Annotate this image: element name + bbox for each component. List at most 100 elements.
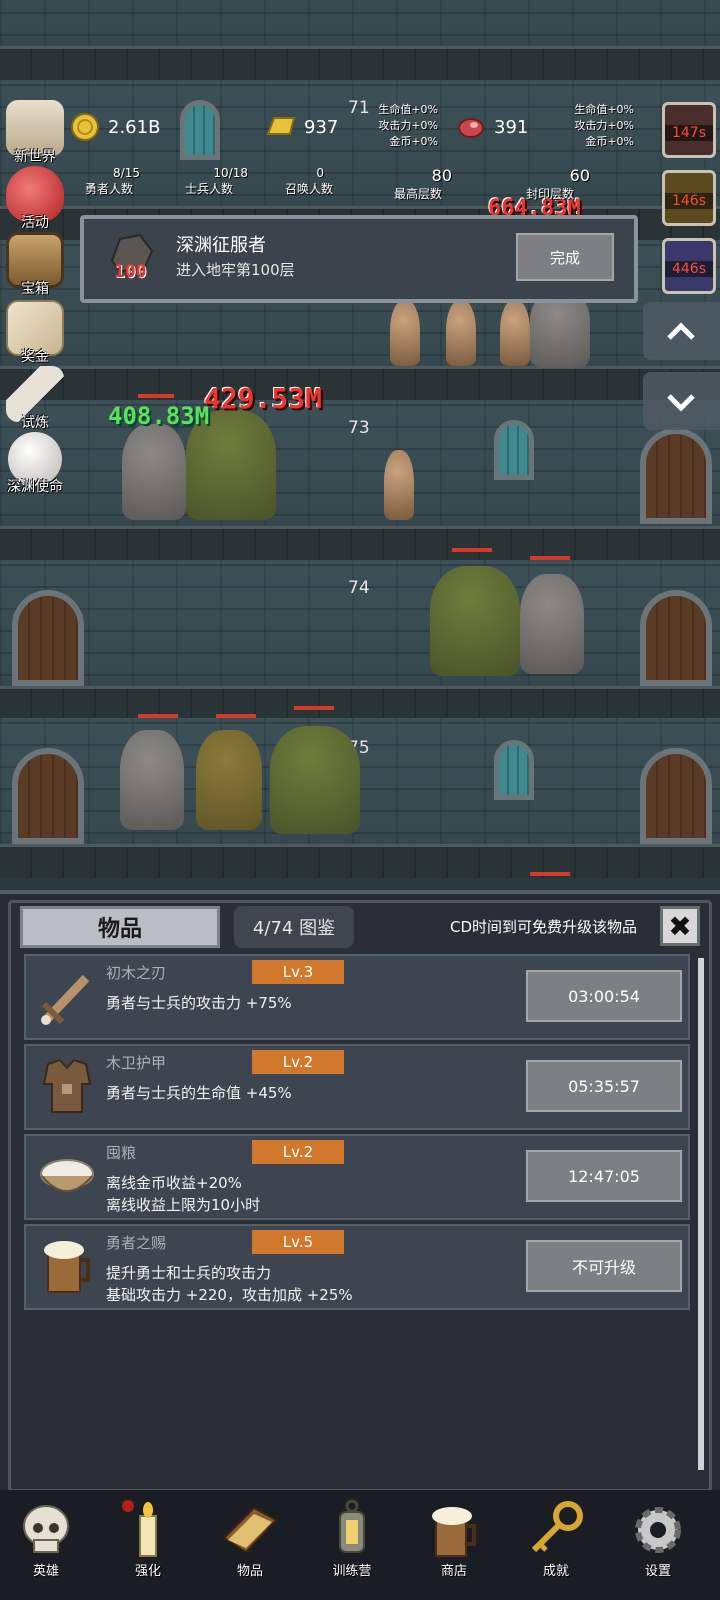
menu-abyss-mission[interactable]: 深渊使命 (0, 432, 70, 496)
menu-events[interactable]: 活动 (0, 166, 70, 232)
floor-number: 74 (348, 578, 370, 598)
item-name: 囤粮 (106, 1144, 137, 1162)
bonus-attack: 攻击力+0% (574, 119, 634, 132)
soldier-count: 10/18 士兵人数 (164, 166, 254, 197)
item-row[interactable]: 勇者之赐 Lv.5 提升勇士和士兵的攻击力 基础攻击力 +220，攻击加成 +2… (24, 1224, 690, 1310)
tab-items[interactable]: 物品 (20, 906, 220, 948)
skull-icon (23, 1505, 69, 1553)
nav-label: 商店 (440, 1564, 467, 1579)
nav-label: 英雄 (32, 1564, 59, 1579)
item-level-badge: Lv.3 (252, 960, 344, 984)
nav-shop[interactable]: 商店 (414, 1490, 494, 1579)
achievement-desc: 进入地牢第100层 (176, 261, 295, 279)
heal-number: 408.83M (108, 402, 210, 430)
seal-floor-value: 60 (569, 166, 590, 185)
gold-value: 2.61B (108, 116, 161, 138)
dungeon-door (12, 590, 84, 686)
dungeon-window (180, 100, 220, 160)
nav-label: 训练营 (332, 1564, 372, 1579)
item-level-badge: Lv.2 (252, 1050, 344, 1074)
gold-bar-value: 937 (304, 116, 339, 138)
gold-bar-counter: 937 (264, 112, 338, 142)
enemy-knight (122, 424, 186, 520)
enemy-knight (520, 574, 584, 674)
close-button[interactable]: ✖ (660, 906, 700, 946)
item-upgrade-timer-button[interactable]: 03:00:54 (526, 970, 682, 1022)
summon-count-label: 召唤人数 (284, 182, 333, 196)
enemy-hp-bar (294, 706, 334, 710)
hero-count: 8/15 勇者人数 (64, 166, 154, 197)
book-icon (222, 1506, 278, 1554)
nav-label: 强化 (134, 1564, 161, 1579)
nav-label: 成就 (542, 1564, 569, 1579)
item-name: 勇者之赐 (106, 1234, 167, 1252)
buff-timer-value: 147s (665, 125, 713, 141)
nav-settings[interactable]: 设置 (618, 1490, 698, 1579)
achievement-complete-button[interactable]: 完成 (516, 233, 614, 281)
nav-heroes[interactable]: 英雄 (6, 1490, 86, 1579)
meat-value: 391 (494, 116, 529, 138)
summon-count: 0 召唤人数 (264, 166, 354, 197)
buff-timer-1[interactable]: 147s (662, 102, 716, 158)
item-row[interactable]: 木卫护甲 Lv.2 勇者与士兵的生命值 +45% 05:35:57 (24, 1044, 690, 1130)
achievement-badge: 100 (114, 261, 147, 282)
soldier-count-value: 10/18 (213, 166, 248, 180)
enemy-hp-bar (216, 714, 256, 718)
enemy-hp-bar (530, 556, 570, 560)
hero-count-label: 勇者人数 (84, 182, 133, 196)
beer-mug-icon (432, 1507, 476, 1557)
bottom-nav: 英雄 强化 物品 训练营 商店 成就 设置 (0, 1490, 720, 1600)
buff-timer-value: 446s (665, 261, 713, 277)
seal-floor: 60 封印层数 (510, 166, 590, 202)
gear-icon (635, 1507, 681, 1553)
menu-new-world[interactable]: 新世界 (0, 100, 70, 166)
nav-items[interactable]: 物品 (210, 1490, 290, 1579)
item-description: 勇者与士兵的攻击力 +75% (106, 994, 292, 1012)
nav-training[interactable]: 训练营 (312, 1490, 392, 1579)
meat-counter: 391 (456, 112, 528, 142)
item-description: 离线金币收益+20% (106, 1174, 242, 1192)
nav-enhance[interactable]: 强化 (108, 1490, 188, 1579)
nav-label: 物品 (236, 1564, 263, 1579)
lantern-icon (339, 1499, 365, 1553)
max-floor-label: 最高层数 (393, 187, 442, 201)
floor-up-button[interactable] (643, 302, 720, 360)
floor-down-button[interactable] (643, 372, 720, 430)
items-scrollbar[interactable] (698, 958, 704, 1470)
damage-number: 429.53M (204, 382, 323, 415)
bonus-panel-b: 生命值+0% 攻击力+0% 金币+0% (566, 102, 634, 150)
hero-unit (446, 300, 476, 366)
item-upgrade-timer-button[interactable]: 05:35:57 (526, 1060, 682, 1112)
item-upgrade-timer-button[interactable]: 12:47:05 (526, 1150, 682, 1202)
enemy-orc (430, 566, 520, 676)
menu-chest[interactable]: 宝箱 (0, 232, 70, 298)
hero-unit (390, 300, 420, 366)
nav-achievements[interactable]: 成就 (516, 1490, 596, 1579)
dungeon-door (640, 590, 712, 686)
buff-timer-2[interactable]: 146s (662, 170, 716, 226)
codex-count-button[interactable]: 4/74 图鉴 (234, 906, 354, 948)
item-description: 提升勇士和士兵的攻击力 (106, 1264, 272, 1282)
item-row[interactable]: 初木之刃 Lv.3 勇者与士兵的攻击力 +75% 03:00:54 (24, 954, 690, 1040)
item-upgrade-disabled-button[interactable]: 不可升级 (526, 1240, 682, 1292)
menu-label: 宝箱 (21, 281, 49, 297)
bonus-gold: 金币+0% (585, 135, 634, 148)
item-row[interactable]: 囤粮 Lv.2 离线金币收益+20% 离线收益上限为10小时 12:47:05 (24, 1134, 690, 1220)
rice-bowl-icon (40, 1159, 94, 1192)
menu-trial[interactable]: 试炼 (0, 366, 70, 432)
hero-unit (384, 450, 414, 520)
item-level-badge: Lv.2 (252, 1140, 344, 1164)
buff-timer-3[interactable]: 446s (662, 238, 716, 294)
dungeon-door (640, 428, 712, 524)
gold-bar-icon (266, 117, 296, 135)
nav-label: 设置 (644, 1564, 671, 1579)
buff-timer-value: 146s (665, 193, 713, 209)
bonus-hp: 生命值+0% (574, 103, 634, 116)
bonus-gold: 金币+0% (389, 135, 438, 148)
max-floor: 80 最高层数 (378, 166, 458, 202)
bonus-hp: 生命值+0% (378, 103, 438, 116)
enemy-hp-bar (138, 714, 178, 718)
enemy-hp-bar (530, 872, 570, 876)
wooden-sword-icon (41, 974, 90, 1025)
menu-bonus[interactable]: 奖金 (0, 300, 70, 366)
